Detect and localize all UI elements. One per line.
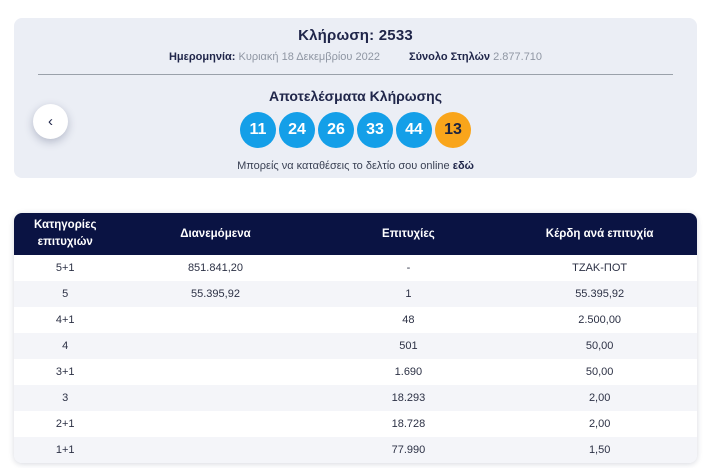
column-header: Κατηγορίες επιτυχιών xyxy=(14,213,117,255)
date-value: Κυριακή 18 Δεκεμβρίου 2022 xyxy=(238,51,380,63)
cell-prize: ΤΖΑΚ-ΠΟΤ xyxy=(572,262,628,274)
table-row: 2+1 18.728 2,00 xyxy=(14,411,697,437)
cell-category: 3 xyxy=(62,392,69,404)
note-here-link[interactable]: εδώ xyxy=(453,160,474,172)
table-row: 1+1 77.990 1,50 xyxy=(14,437,697,463)
cell-winners: 48 xyxy=(402,314,415,326)
cell-distributed xyxy=(116,333,314,359)
column-header: Επιτυχίες xyxy=(314,213,503,255)
online-deposit-note: Μπορείς να καταθέσεις το δελτίο σου onli… xyxy=(14,148,697,172)
cell-distributed xyxy=(116,385,314,411)
note-text: Μπορείς να καταθέσεις το δελτίο σου onli… xyxy=(237,160,450,172)
cell-winners: 1 xyxy=(405,288,412,300)
lottery-ball: 26 xyxy=(318,112,354,148)
table-header-row: Κατηγορίες επιτυχιών Διανεμόμενα Επιτυχίες… xyxy=(14,213,697,255)
lottery-ball: 33 xyxy=(357,112,393,148)
draw-meta: Ημερομηνία: Κυριακή 18 Δεκεμβρίου 2022 Σ… xyxy=(14,51,697,64)
results-table: Κατηγορίες επιτυχιών Διανεμόμενα Επιτυχίες… xyxy=(14,213,697,463)
lottery-ball: 24 xyxy=(279,112,315,148)
table-head: Κατηγορίες επιτυχιών Διανεμόμενα Επιτυχίες… xyxy=(14,213,697,255)
table-row: 3+1 1.690 50,00 xyxy=(14,359,697,385)
cell-winners: 1.690 xyxy=(394,366,423,378)
table-row: 5 55.395,92 1 55.395,92 xyxy=(14,281,697,307)
cell-category: 4+1 xyxy=(55,314,75,326)
results-title: Αποτελέσματα Κλήρωσης xyxy=(268,88,443,104)
prize-categories-table: Κατηγορίες επιτυχιών Διανεμόμενα Επιτυχίες… xyxy=(14,213,697,463)
cell-prize: 50,00 xyxy=(585,366,614,378)
joker-ball: 13 xyxy=(435,112,471,148)
cell-winners: 18.728 xyxy=(391,418,426,430)
lottery-ball: 44 xyxy=(396,112,432,148)
cell-category: 5 xyxy=(62,288,69,300)
cell-distributed: 55.395,92 xyxy=(191,288,240,300)
date-label: Ημερομηνία: xyxy=(168,51,236,63)
cell-winners: 18.293 xyxy=(391,392,426,404)
column-header: Διανεμόμενα xyxy=(116,213,315,255)
cell-prize: 1,50 xyxy=(588,444,611,456)
cell-distributed xyxy=(116,411,314,437)
cell-prize: 2,00 xyxy=(588,418,611,430)
total-columns-value: 2.877.710 xyxy=(493,51,543,63)
winning-numbers-row: 11 24 26 33 44 13 xyxy=(14,112,697,148)
cell-distributed: 851.841,20 xyxy=(187,262,243,274)
cell-prize: 2.500,00 xyxy=(578,314,622,326)
lottery-ball: 11 xyxy=(240,112,276,148)
table-row: 3 18.293 2,00 xyxy=(14,385,697,411)
table-row: 5+1 851.841,20 - ΤΖΑΚ-ΠΟΤ xyxy=(14,255,697,281)
cell-category: 2+1 xyxy=(55,418,75,430)
draw-label: Κλήρωση: xyxy=(298,27,375,44)
cell-category: 3+1 xyxy=(55,366,75,378)
cell-winners: 77.990 xyxy=(391,444,426,456)
previous-draw-button[interactable]: ‹ xyxy=(33,104,68,139)
cell-distributed xyxy=(116,359,314,385)
total-columns-label: Σύνολο Στηλών xyxy=(409,51,491,63)
cell-prize: 2,00 xyxy=(588,392,611,404)
cell-distributed xyxy=(116,307,314,333)
table-body: 5+1 851.841,20 - ΤΖΑΚ-ΠΟΤ 5 55.395,92 1 55.395,… xyxy=(14,255,697,463)
table-row: 4 501 50,00 xyxy=(14,333,697,359)
table-row: 4+1 48 2.500,00 xyxy=(14,307,697,333)
cell-prize: 55.395,92 xyxy=(575,288,625,300)
cell-category: 4 xyxy=(62,340,69,352)
cell-category: 1+1 xyxy=(55,444,75,456)
cell-winners: - xyxy=(406,262,411,274)
draw-title: Κλήρωση: 2533 xyxy=(14,18,697,44)
cell-prize: 50,00 xyxy=(585,340,614,352)
cell-category: 5+1 xyxy=(55,262,75,274)
column-header: Κέρδη ανά επιτυχία xyxy=(502,213,697,255)
cell-distributed xyxy=(116,437,314,463)
chevron-left-icon: ‹ xyxy=(48,113,53,130)
draw-summary-card: ‹ Κλήρωση: 2533 Ημερομηνία: Κυριακή 18 Δ… xyxy=(14,18,697,178)
cell-winners: 501 xyxy=(399,340,418,352)
draw-number: 2533 xyxy=(378,27,413,44)
